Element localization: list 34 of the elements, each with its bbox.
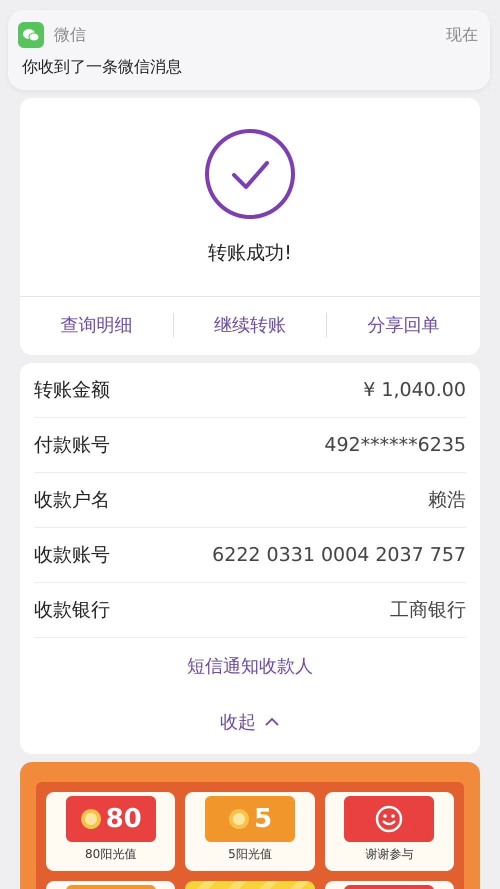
detail-value: ¥ 1,040.00 — [363, 379, 466, 401]
coin-icon — [228, 808, 250, 830]
collapse-button[interactable]: 收起 — [220, 698, 280, 754]
detail-label: 收款银行 — [34, 598, 110, 623]
action-link[interactable]: 继续转账 — [172, 313, 326, 337]
detail-value: 赖浩 — [428, 488, 466, 513]
detail-value: 6222 0331 0004 2037 757 — [212, 544, 466, 566]
prize-tile[interactable]: 5 5阳光值 — [185, 792, 315, 871]
coin-icon — [80, 808, 102, 830]
detail-value: 492******6235 — [324, 434, 466, 456]
detail-label: 收款户名 — [34, 488, 110, 513]
notify-link[interactable]: 短信通知收款人 — [187, 638, 313, 698]
notification-time: 现在 — [446, 24, 478, 46]
prize-label: 谢谢参与 — [365, 846, 414, 863]
detail-value: 工商银行 — [390, 598, 466, 623]
smiley-icon — [375, 805, 404, 833]
prize-ticket: 80 — [66, 796, 156, 842]
prize-tile[interactable]: 80 80阳光值 — [46, 792, 176, 871]
chat-app-icon — [18, 22, 44, 48]
prize-label: 80阳光值 — [85, 846, 136, 863]
detail-label: 转账金额 — [34, 378, 110, 403]
chevron-icon — [264, 717, 280, 727]
prize-ticket: 5 — [204, 796, 295, 842]
notification-card[interactable]: 微信 现在 你收到了一条微信消息 — [8, 10, 490, 90]
action-link[interactable]: 查询明细 — [20, 313, 173, 337]
prize-tile[interactable]: 谢谢参与 — [324, 792, 454, 871]
success-check-icon — [204, 128, 296, 220]
notification-message: 你收到了一条微信消息 — [21, 57, 183, 78]
detail-label: 收款账号 — [34, 543, 110, 568]
success-title: 转账成功! — [208, 241, 292, 266]
detail-label: 付款账号 — [34, 433, 110, 458]
action-link[interactable]: 分享回单 — [326, 313, 480, 337]
prize-label: 5阳光值 — [228, 846, 272, 863]
app-name: 微信 — [54, 24, 87, 46]
